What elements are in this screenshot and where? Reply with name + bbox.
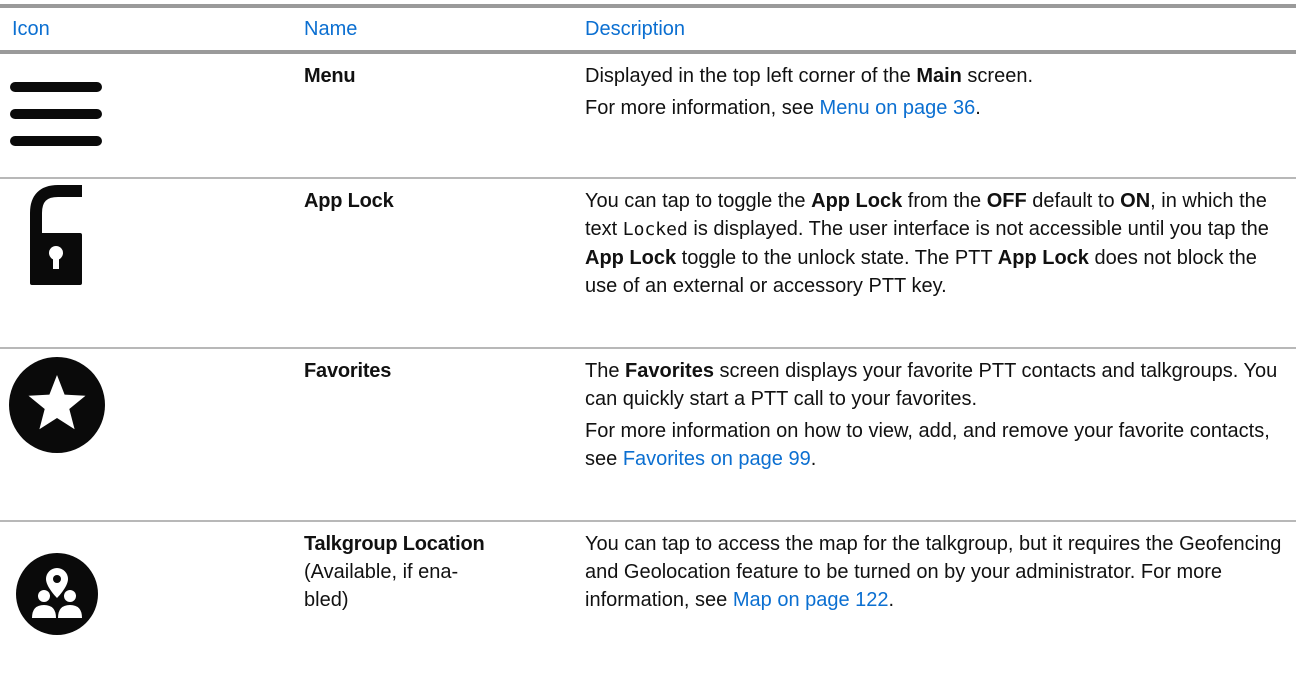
- link-menu-page[interactable]: Menu on page 36: [820, 97, 976, 119]
- text: screen.: [961, 65, 1034, 87]
- table-row-favorites: Favorites The Favorites screen displays …: [0, 349, 1296, 522]
- name-menu: Menu: [304, 65, 356, 87]
- text: toggle to the unlock state. The PTT: [676, 247, 998, 269]
- name-talkgroup-location: Talkgroup Location: [304, 533, 485, 555]
- menu-icon: [10, 82, 102, 146]
- kw-on: ON: [1120, 190, 1151, 212]
- row-name-talkgroup-location: Talkgroup Location (Available, if ena- b…: [304, 530, 574, 614]
- name-sub-2: bled): [304, 589, 349, 611]
- kw-off: OFF: [986, 190, 1027, 212]
- desc-app-lock-p1: You can tap to toggle the App Lock from …: [585, 187, 1285, 300]
- text: .: [975, 97, 981, 119]
- unlock-icon-cell: [0, 179, 130, 347]
- text: .: [810, 448, 817, 470]
- name-app-lock: App Lock: [304, 190, 394, 212]
- row-name-menu: Menu: [304, 62, 574, 90]
- desc-talkgroup-p1: You can tap to access the map for the ta…: [585, 530, 1285, 614]
- table-header: Icon Name Description: [0, 8, 1296, 50]
- menu-icon-cell: [0, 54, 130, 177]
- row-desc-menu: Displayed in the top left corner of the …: [585, 62, 1285, 122]
- desc-menu-p1: Displayed in the top left corner of the …: [585, 62, 1285, 90]
- kw-app-lock: App Lock: [811, 190, 903, 212]
- star-icon-cell: [0, 349, 130, 520]
- text: .: [888, 589, 895, 611]
- kw-app-lock-2: App Lock: [585, 247, 677, 269]
- text: is displayed. The user interface is not …: [687, 218, 1269, 240]
- unlock-icon: [30, 185, 82, 285]
- row-name-app-lock: App Lock: [304, 187, 574, 215]
- name-sub-1: (Available, if ena-: [304, 561, 459, 583]
- text: default to: [1026, 190, 1121, 212]
- header-icon: Icon: [12, 18, 50, 40]
- text: You can tap to access the map for the ta…: [585, 533, 1282, 611]
- text: Displayed in the top left corner of the: [585, 65, 917, 87]
- table-row-menu: Menu Displayed in the top left corner of…: [0, 54, 1296, 179]
- code-locked: Locked: [622, 219, 688, 240]
- row-name-favorites: Favorites: [304, 357, 574, 385]
- link-favorites-page[interactable]: Favorites on page 99: [623, 448, 811, 470]
- desc-favorites-p1: The Favorites screen displays your favor…: [585, 357, 1285, 413]
- kw-app-lock-3: App Lock: [997, 247, 1089, 269]
- row-desc-talkgroup-location: You can tap to access the map for the ta…: [585, 530, 1285, 614]
- text: You can tap to toggle the: [585, 190, 812, 212]
- table-row-talkgroup-location: Talkgroup Location (Available, if ena- b…: [0, 522, 1296, 679]
- desc-menu-p2: For more information, see Menu on page 3…: [585, 94, 1285, 122]
- desc-favorites-p2: For more information on how to view, add…: [585, 417, 1285, 473]
- header-name: Name: [304, 18, 358, 40]
- star-icon: [9, 357, 105, 453]
- text: For more information, see: [585, 97, 820, 119]
- header-description: Description: [585, 18, 686, 40]
- talkgroup-location-icon-cell: [0, 522, 130, 679]
- link-map-page[interactable]: Map on page 122: [733, 589, 889, 611]
- text: from the: [902, 190, 987, 212]
- row-desc-favorites: The Favorites screen displays your favor…: [585, 357, 1285, 473]
- table-row-app-lock: App Lock You can tap to toggle the App L…: [0, 179, 1296, 349]
- talkgroup-location-icon: [16, 553, 98, 635]
- kw-main: Main: [916, 65, 962, 87]
- row-desc-app-lock: You can tap to toggle the App Lock from …: [585, 187, 1285, 300]
- kw-favorites: Favorites: [625, 360, 714, 382]
- name-favorites: Favorites: [304, 360, 392, 382]
- text: The: [585, 360, 626, 382]
